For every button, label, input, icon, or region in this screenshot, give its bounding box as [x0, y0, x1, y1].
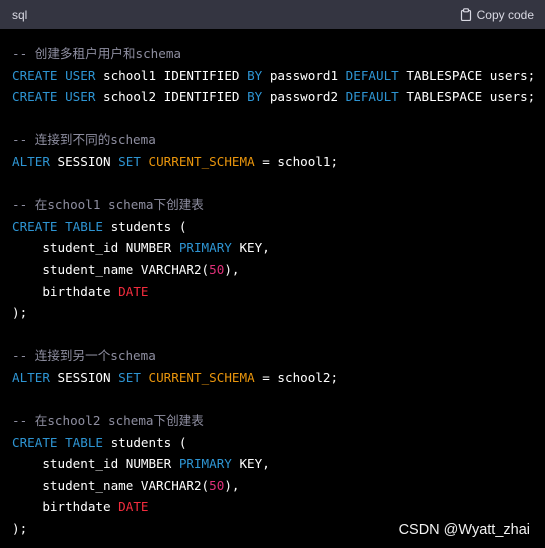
code-token: students (: [103, 434, 187, 450]
code-token: student_id NUMBER: [12, 456, 179, 472]
code-token: DATE: [118, 499, 149, 515]
code-token: birthdate: [12, 283, 119, 299]
code-token: -- 在school2 schema下创建表: [12, 413, 204, 429]
code-token: );: [12, 305, 28, 321]
code-token: school2 IDENTIFIED: [95, 89, 248, 105]
code-line: ALTER SESSION SET CURRENT_SCHEMA = schoo…: [12, 367, 545, 389]
code-token: student_name VARCHAR2(: [12, 261, 210, 277]
code-line: CREATE USER school2 IDENTIFIED BY passwo…: [12, 86, 545, 108]
code-line: CREATE TABLE students (: [12, 216, 545, 238]
code-token: student_name VARCHAR2(: [12, 477, 210, 493]
code-line: student_id NUMBER PRIMARY KEY,: [12, 237, 545, 259]
code-token: CURRENT_SCHEMA: [148, 153, 255, 169]
code-token: CREATE: [12, 434, 58, 450]
code-token: BY: [247, 67, 263, 83]
code-token: CURRENT_SCHEMA: [148, 369, 255, 385]
code-token: PRIMARY: [178, 240, 232, 256]
code-token: PRIMARY: [178, 456, 232, 472]
code-content[interactable]: -- 创建多租户用户和schema CREATE USER school1 IDE…: [0, 29, 545, 540]
code-line: -- 连接到不同的schema: [12, 129, 545, 151]
code-token: birthdate: [12, 499, 119, 515]
code-token: 50: [209, 261, 225, 277]
code-token: CREATE: [12, 218, 58, 234]
code-token: ),: [224, 477, 240, 493]
code-line: student_id NUMBER PRIMARY KEY,: [12, 453, 545, 475]
code-token: TABLE: [65, 434, 104, 450]
code-token: -- 创建多租户用户和schema: [12, 46, 181, 61]
code-token: KEY,: [231, 240, 270, 256]
code-token: TABLESPACE users;: [398, 89, 536, 105]
code-line: -- 连接到另一个schema: [12, 345, 545, 367]
code-block-header: sql Copy code: [0, 0, 545, 29]
code-token: = school2;: [254, 369, 339, 385]
code-token: -- 连接到不同的schema: [12, 132, 156, 148]
code-token: SESSION: [49, 369, 119, 385]
code-token: SET: [118, 153, 141, 169]
code-token: DATE: [118, 283, 149, 299]
clipboard-icon: [460, 8, 472, 21]
copy-code-button[interactable]: Copy code: [460, 8, 534, 22]
code-token: TABLE: [65, 218, 104, 234]
code-line: student_name VARCHAR2(50),: [12, 475, 545, 497]
code-line: birthdate DATE: [12, 496, 545, 518]
code-line: CREATE USER school1 IDENTIFIED BY passwo…: [12, 65, 545, 87]
code-block: sql Copy code -- 创建多租户用户和schema CREATE US…: [0, 0, 545, 548]
copy-code-label: Copy code: [476, 7, 534, 22]
language-label: sql: [12, 7, 28, 22]
code-token: KEY,: [231, 456, 270, 472]
code-token: USER: [65, 67, 96, 83]
code-token: SET: [118, 369, 141, 385]
watermark: CSDN @Wyatt_zhai: [398, 522, 530, 538]
code-token: password2: [262, 89, 346, 105]
code-line: ALTER SESSION SET CURRENT_SCHEMA = schoo…: [12, 151, 545, 173]
code-token: );: [12, 521, 28, 537]
code-token: school1 IDENTIFIED: [95, 67, 248, 83]
code-token: -- 连接到另一个schema: [12, 348, 156, 364]
code-token: = school1;: [254, 153, 339, 169]
code-line: -- 创建多租户用户和schema: [12, 43, 545, 65]
code-line: CREATE TABLE students (: [12, 432, 545, 454]
code-token: BY: [247, 89, 263, 105]
code-token: DEFAULT: [345, 89, 399, 105]
code-line: -- 在school2 schema下创建表: [12, 410, 545, 432]
code-token: ALTER: [12, 369, 50, 385]
code-token: SESSION: [49, 153, 119, 169]
code-token: student_id NUMBER: [12, 240, 179, 256]
code-token: password1: [262, 67, 346, 83]
code-token: DEFAULT: [345, 67, 399, 83]
code-token: ALTER: [12, 153, 50, 169]
code-token: USER: [65, 89, 96, 105]
code-line: );: [12, 302, 545, 324]
code-token: TABLESPACE users;: [398, 67, 536, 83]
code-token: CREATE: [12, 89, 58, 105]
code-token: 50: [209, 477, 225, 493]
code-token: students (: [103, 218, 187, 234]
code-line: birthdate DATE: [12, 281, 545, 303]
code-token: CREATE: [12, 67, 58, 83]
code-token: -- 在school1 schema下创建表: [12, 197, 204, 213]
code-line: student_name VARCHAR2(50),: [12, 259, 545, 281]
code-token: ),: [224, 261, 240, 277]
code-line: -- 在school1 schema下创建表: [12, 194, 545, 216]
